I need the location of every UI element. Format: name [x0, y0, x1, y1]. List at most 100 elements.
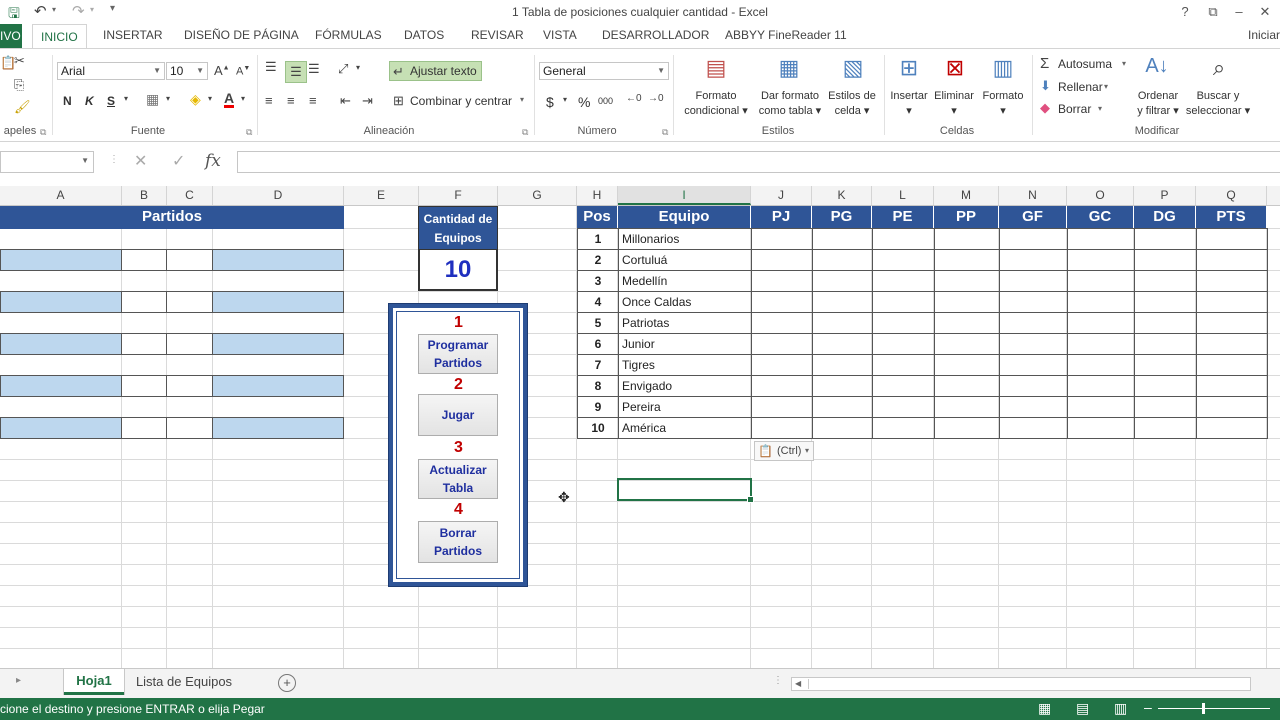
- table-stat-cell[interactable]: [999, 270, 1068, 292]
- table-stat-cell[interactable]: [999, 354, 1068, 376]
- alignment-launcher-icon[interactable]: ⧉: [522, 127, 528, 138]
- table-stat-cell[interactable]: [1067, 228, 1135, 250]
- table-stat-cell[interactable]: [872, 375, 935, 397]
- table-stat-cell[interactable]: [934, 396, 1000, 418]
- orientation-icon[interactable]: ⤢: [338, 61, 348, 77]
- chevron-down-icon[interactable]: ▾: [124, 94, 128, 103]
- table-stat-cell[interactable]: [999, 228, 1068, 250]
- table-stat-cell[interactable]: [934, 312, 1000, 334]
- table-stat-cell[interactable]: [812, 417, 873, 439]
- table-stat-cell[interactable]: [812, 291, 873, 313]
- table-team-cell[interactable]: Tigres: [618, 354, 752, 376]
- tab-datos[interactable]: DATOS: [404, 28, 444, 42]
- table-stat-cell[interactable]: [812, 312, 873, 334]
- table-stat-cell[interactable]: [999, 291, 1068, 313]
- wrap-text-button[interactable]: ↵ Ajustar texto: [389, 61, 482, 81]
- table-team-cell[interactable]: Cortuluá: [618, 249, 752, 271]
- table-team-cell[interactable]: Pereira: [618, 396, 752, 418]
- table-stat-cell[interactable]: [812, 333, 873, 355]
- table-stat-cell[interactable]: [1196, 270, 1268, 292]
- column-header-q[interactable]: Q: [1196, 186, 1267, 205]
- cantidad-equipos-value[interactable]: 10: [418, 249, 498, 291]
- table-stat-cell[interactable]: [1196, 417, 1268, 439]
- enter-formula-button[interactable]: ✓: [172, 151, 185, 171]
- merge-center-button[interactable]: ⊞ Combinar y centrar ▾: [391, 92, 531, 112]
- match-score-cell[interactable]: [121, 333, 167, 355]
- zoom-slider-thumb[interactable]: [1202, 703, 1205, 714]
- match-score-cell[interactable]: [166, 333, 213, 355]
- table-stat-cell[interactable]: [872, 354, 935, 376]
- tab-file[interactable]: IVO: [0, 24, 22, 48]
- column-header-f[interactable]: F: [419, 186, 498, 205]
- fill-color-icon[interactable]: ◈: [190, 91, 201, 108]
- table-stat-cell[interactable]: [1134, 291, 1197, 313]
- tab-vista[interactable]: VISTA: [543, 28, 577, 42]
- table-format-icon[interactable]: ▦: [774, 55, 804, 85]
- tab-abbyy[interactable]: ABBYY FineReader 11: [725, 28, 847, 42]
- match-score-cell[interactable]: [166, 291, 213, 313]
- italic-button[interactable]: K: [85, 94, 94, 108]
- table-pos-cell[interactable]: 6: [577, 333, 619, 355]
- column-header-g[interactable]: G: [498, 186, 577, 205]
- column-header-l[interactable]: L: [872, 186, 934, 205]
- sort-filter-button[interactable]: Ordenar y filtrar ▾: [1130, 89, 1186, 119]
- table-stat-cell[interactable]: [1196, 333, 1268, 355]
- delete-cells-button[interactable]: Eliminar ▾: [930, 89, 978, 119]
- column-header-h[interactable]: H: [577, 186, 618, 205]
- decrease-indent-icon[interactable]: ⇤: [340, 93, 351, 109]
- table-stat-cell[interactable]: [751, 333, 813, 355]
- table-stat-cell[interactable]: [872, 228, 935, 250]
- table-pos-cell[interactable]: 7: [577, 354, 619, 376]
- table-stat-cell[interactable]: [999, 249, 1068, 271]
- normal-view-icon[interactable]: ▦: [1038, 700, 1051, 717]
- column-header-k[interactable]: K: [812, 186, 872, 205]
- match-team-cell[interactable]: [0, 249, 122, 271]
- table-stat-cell[interactable]: [934, 228, 1000, 250]
- zoom-slider[interactable]: [1158, 703, 1270, 714]
- table-stat-cell[interactable]: [1067, 375, 1135, 397]
- column-header-c[interactable]: C: [167, 186, 213, 205]
- horizontal-scrollbar[interactable]: ◀: [791, 677, 1251, 691]
- chevron-down-icon[interactable]: ▾: [241, 94, 245, 103]
- match-team-cell[interactable]: [0, 375, 122, 397]
- match-team-cell[interactable]: [0, 333, 122, 355]
- match-score-cell[interactable]: [121, 291, 167, 313]
- table-pos-cell[interactable]: 10: [577, 417, 619, 439]
- programar-partidos-button[interactable]: Programar Partidos: [418, 334, 498, 374]
- table-stat-cell[interactable]: [1067, 417, 1135, 439]
- font-name-select[interactable]: Arial ▼: [57, 62, 165, 80]
- chevron-down-icon[interactable]: ▾: [208, 94, 212, 103]
- table-stat-cell[interactable]: [812, 249, 873, 271]
- match-team-cell[interactable]: [212, 291, 344, 313]
- table-stat-cell[interactable]: [812, 270, 873, 292]
- table-stat-cell[interactable]: [1134, 249, 1197, 271]
- fill-handle[interactable]: [747, 496, 754, 503]
- table-stat-cell[interactable]: [1134, 228, 1197, 250]
- table-stat-cell[interactable]: [999, 312, 1068, 334]
- table-stat-cell[interactable]: [1067, 354, 1135, 376]
- table-stat-cell[interactable]: [812, 396, 873, 418]
- active-cell[interactable]: [617, 478, 754, 503]
- table-stat-cell[interactable]: [1067, 270, 1135, 292]
- scroll-left-icon[interactable]: ◀: [795, 678, 801, 690]
- column-header-d[interactable]: D: [213, 186, 344, 205]
- borders-icon[interactable]: ▦: [146, 91, 159, 108]
- table-stat-cell[interactable]: [872, 417, 935, 439]
- table-stat-cell[interactable]: [1134, 333, 1197, 355]
- cell-styles-button[interactable]: Estilos de celda ▾: [824, 89, 880, 119]
- table-stat-cell[interactable]: [999, 375, 1068, 397]
- column-header-p[interactable]: P: [1134, 186, 1196, 205]
- table-stat-cell[interactable]: [812, 375, 873, 397]
- table-team-cell[interactable]: Medellín: [618, 270, 752, 292]
- match-score-cell[interactable]: [121, 375, 167, 397]
- table-stat-cell[interactable]: [999, 333, 1068, 355]
- align-top-icon[interactable]: ☰: [265, 59, 277, 75]
- table-stat-cell[interactable]: [1196, 354, 1268, 376]
- column-header-i[interactable]: I: [618, 186, 751, 205]
- insert-function-button[interactable]: fx: [205, 151, 221, 171]
- bold-button[interactable]: N: [63, 94, 72, 108]
- conditional-format-icon[interactable]: ▤: [701, 55, 731, 85]
- table-format-button[interactable]: Dar formato como tabla ▾: [752, 89, 828, 119]
- currency-button[interactable]: $: [546, 94, 554, 110]
- table-stat-cell[interactable]: [1196, 291, 1268, 313]
